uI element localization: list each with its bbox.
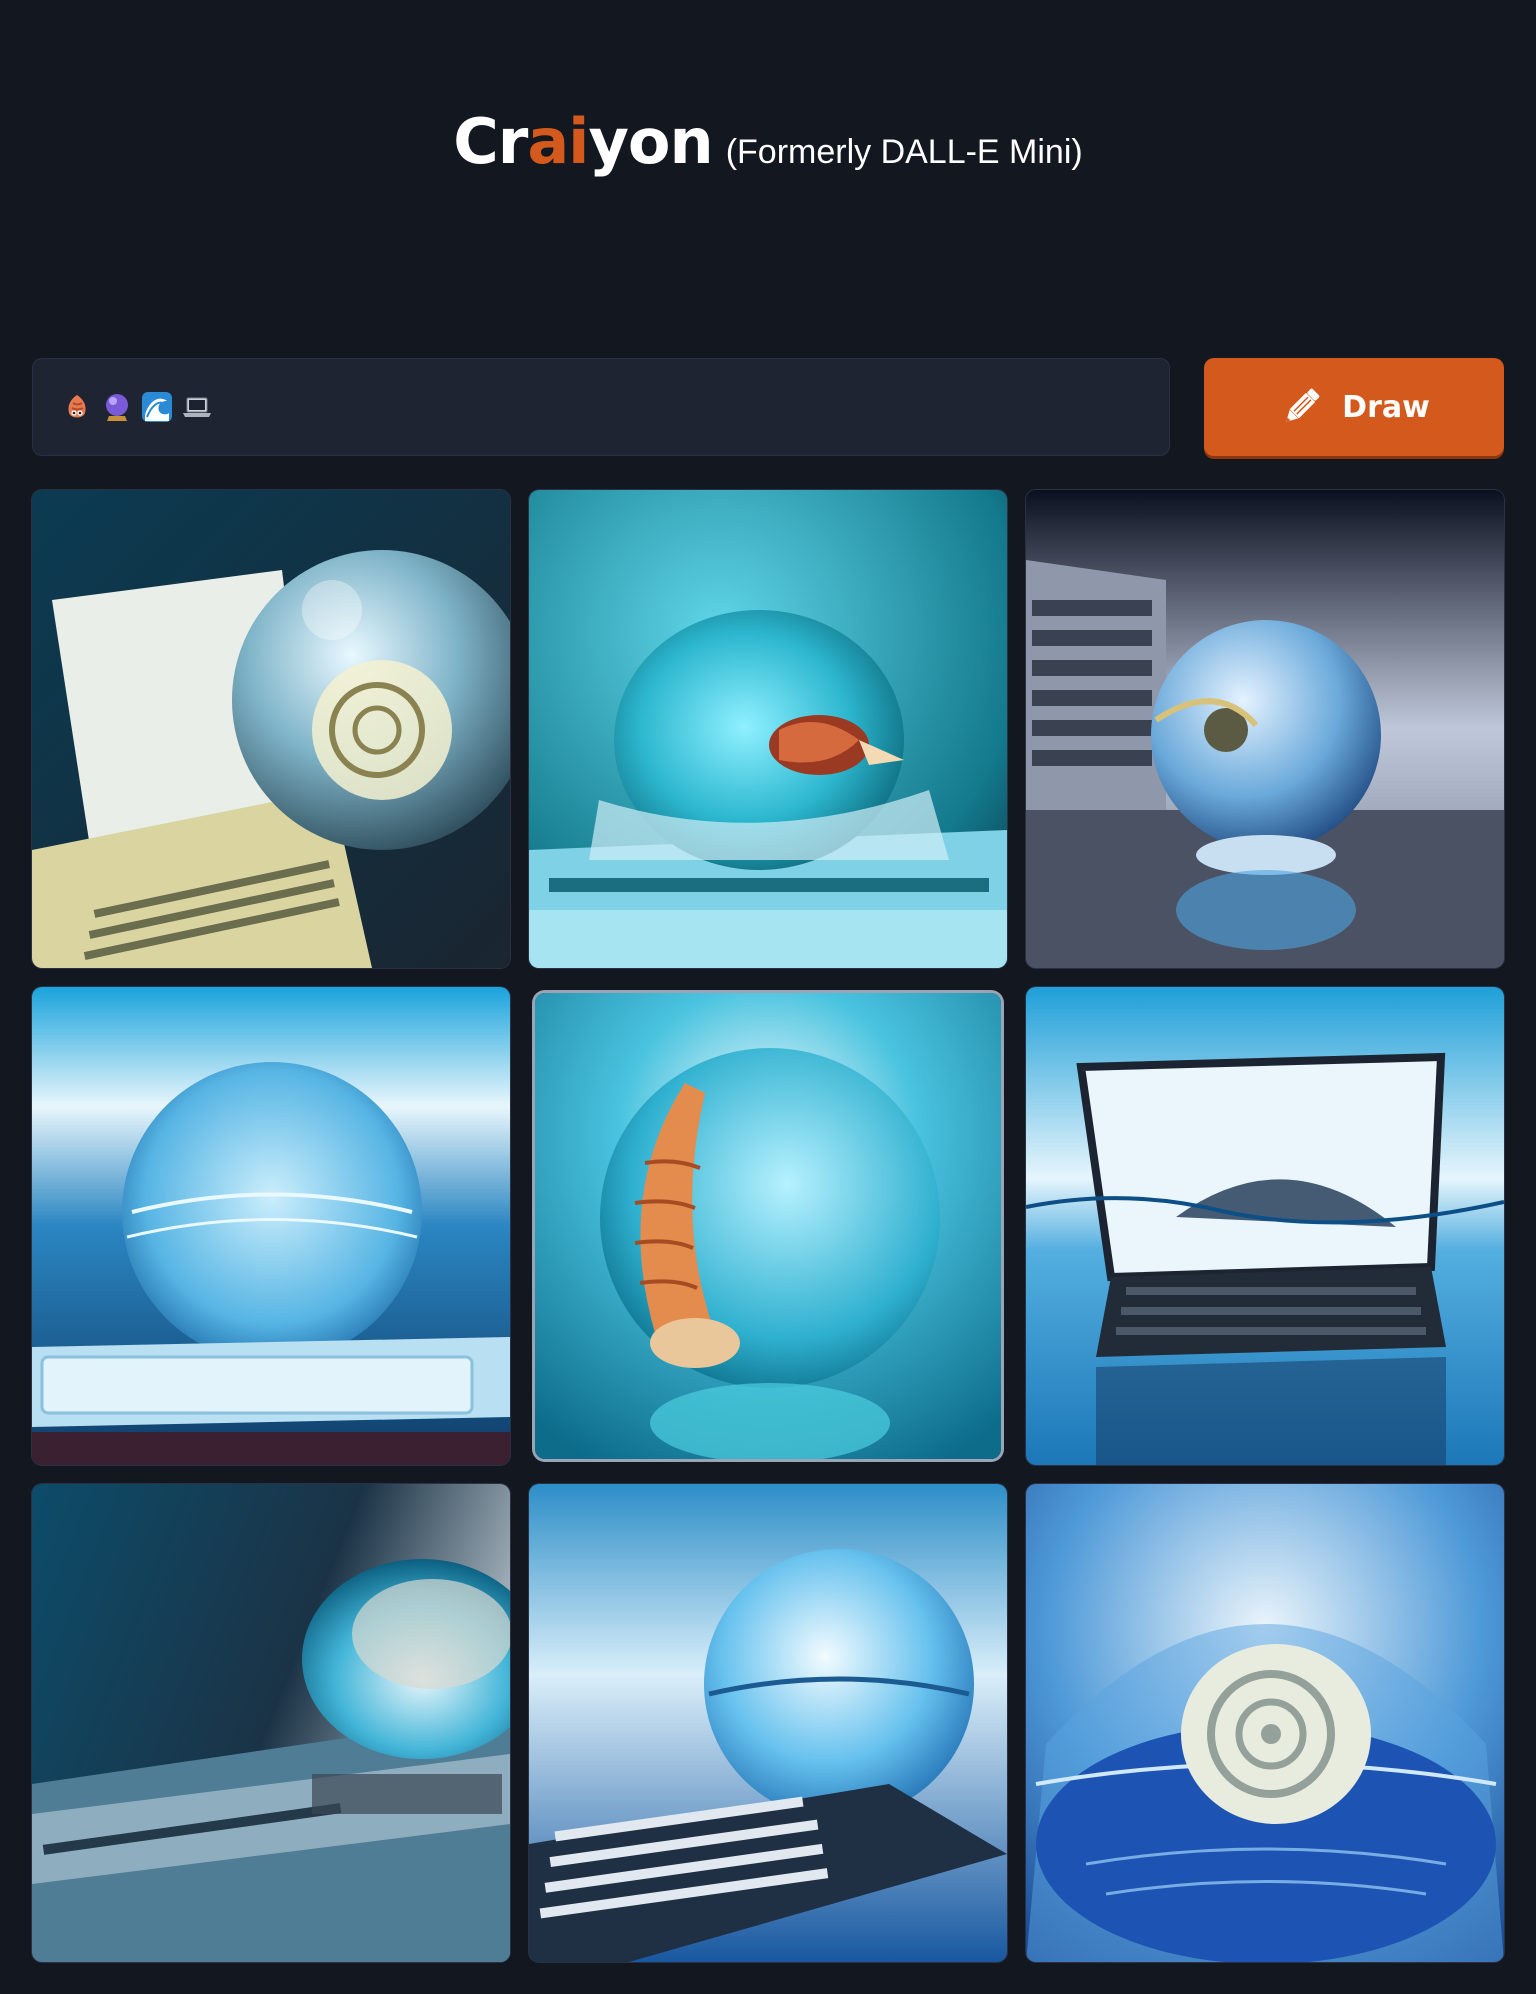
- brand-subtitle: (Formerly DALL-E Mini): [725, 133, 1083, 171]
- hermit-crab-emoji: [68, 395, 86, 418]
- result-image-5[interactable]: [535, 993, 1001, 1459]
- brand-logo: Craiyon: [453, 105, 713, 178]
- water-wave-emoji: [142, 392, 172, 422]
- brand-accent: ai: [527, 105, 589, 178]
- brand-prefix: Cr: [453, 105, 528, 178]
- brand-suffix: yon: [588, 105, 713, 178]
- result-image-9[interactable]: [1026, 1484, 1504, 1962]
- laptop-emoji: [183, 397, 211, 417]
- result-image-8[interactable]: [529, 1484, 1007, 1962]
- draw-button[interactable]: Draw: [1204, 358, 1504, 456]
- prompt-input[interactable]: [32, 358, 1170, 456]
- result-image-3[interactable]: [1026, 490, 1504, 968]
- results-grid: [32, 490, 1504, 1962]
- pencil-icon: [1286, 388, 1320, 422]
- result-image-7[interactable]: [32, 1484, 510, 1962]
- result-image-2[interactable]: [529, 490, 1007, 968]
- result-image-1[interactable]: [32, 490, 510, 968]
- draw-button-label: Draw: [1342, 389, 1430, 425]
- crystal-ball-emoji: [106, 394, 128, 421]
- page-header: Craiyon (Formerly DALL-E Mini): [0, 105, 1536, 178]
- prompt-emoji-value: [61, 391, 213, 423]
- result-image-4[interactable]: [32, 987, 510, 1465]
- result-image-6[interactable]: [1026, 987, 1504, 1465]
